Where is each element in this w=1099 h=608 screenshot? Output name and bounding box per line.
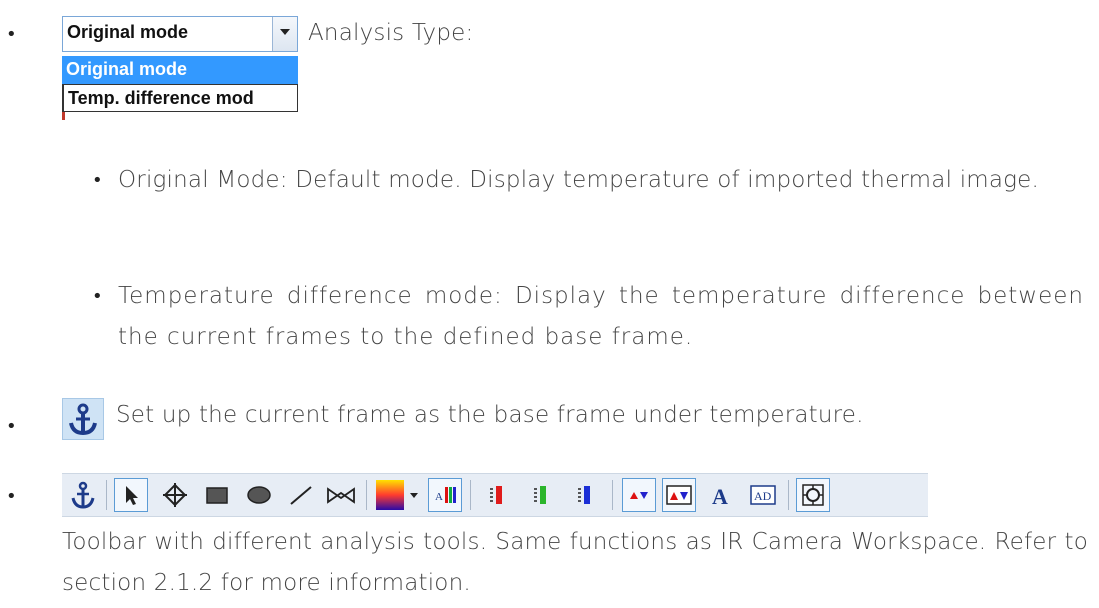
analysis-type-select[interactable]: Original mode [62,16,298,52]
max-min-box-icon[interactable] [662,478,696,512]
toolbar-separator [470,480,471,510]
dropdown-list: Original mode Temp. difference mod [62,56,298,120]
svg-text:A: A [712,484,728,509]
toolbar-description: Toolbar with different analysis tools. S… [62,529,1088,596]
ellipse-icon[interactable] [242,478,276,512]
line-icon[interactable] [284,478,318,512]
set-base-frame-button[interactable] [62,398,104,440]
palette-dropdown-icon[interactable] [408,478,420,512]
bullet: • [6,24,17,45]
select-value: Original mode [67,22,189,42]
temp-diff-description: Temperature difference mode: Display the… [118,283,1084,350]
red-bar-icon[interactable] [480,478,514,512]
original-mode-description: Original Mode: Default mode. Display tem… [118,167,1040,193]
bullet: • [6,416,17,437]
dropdown-option-original[interactable]: Original mode [62,56,298,84]
selection-marker [62,112,65,120]
toolbar-separator [366,480,367,510]
toolbar-separator [612,480,613,510]
max-min-icon[interactable] [622,478,656,512]
sub-bullet: • [92,170,103,191]
svg-text:AD: AD [754,489,772,503]
polygon-icon[interactable] [324,478,358,512]
rectangle-icon[interactable] [200,478,234,512]
toolbar-separator [106,480,107,510]
bullet: • [6,486,17,507]
analysis-type-label: Analysis Type: [308,20,474,46]
anchor-icon [69,403,97,436]
toolbar-separator [788,480,789,510]
crosshair-icon[interactable] [158,478,192,512]
sub-bullet: • [92,286,103,307]
text-bars-icon[interactable]: A [428,478,462,512]
green-bar-icon[interactable] [524,478,558,512]
dropdown-option-temp-diff[interactable]: Temp. difference mod [62,84,298,112]
anchor-icon[interactable] [66,478,100,512]
pointer-icon[interactable] [114,478,148,512]
ad-icon[interactable]: AD [746,478,780,512]
chevron-down-icon[interactable] [272,17,297,51]
font-icon[interactable]: A [704,478,738,512]
blue-bar-icon[interactable] [568,478,602,512]
target-icon[interactable] [796,478,830,512]
analysis-toolbar: A A AD [62,473,928,517]
svg-text:A: A [435,491,443,503]
base-frame-description: Set up the current frame as the base fra… [116,402,864,428]
